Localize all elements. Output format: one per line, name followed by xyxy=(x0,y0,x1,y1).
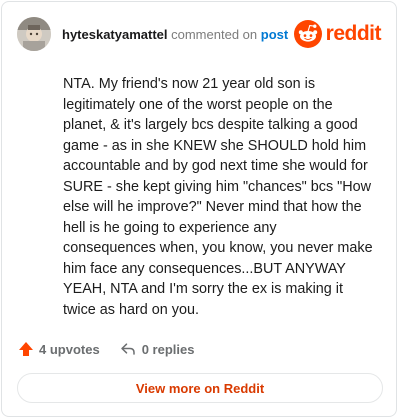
reddit-wordmark: reddit xyxy=(325,22,382,45)
reddit-brand-link[interactable]: reddit xyxy=(293,19,382,49)
comment-body: NTA. My friend's now 21 year old son is … xyxy=(63,76,373,318)
embedded-comment-card: hyteskatyamattel commented on post reddi… xyxy=(1,1,397,417)
avatar-icon xyxy=(17,17,51,51)
upvote-button[interactable]: 4 upvotes xyxy=(18,341,100,357)
commented-on-text: commented on xyxy=(171,27,258,42)
replies-button[interactable]: 0 replies xyxy=(120,341,195,357)
comment-meta: hyteskatyamattel commented on post xyxy=(62,27,288,43)
comment-actions: 4 upvotes 0 replies xyxy=(18,338,194,360)
upvote-count: 4 upvotes xyxy=(39,341,100,357)
user-avatar[interactable] xyxy=(17,17,51,51)
comment-header: hyteskatyamattel commented on post reddi… xyxy=(17,17,382,53)
username-link[interactable]: hyteskatyamattel xyxy=(62,27,168,42)
upvote-arrow-icon xyxy=(19,342,33,356)
reddit-snoo-icon xyxy=(293,20,322,48)
replies-count: 0 replies xyxy=(141,341,195,357)
view-more-button[interactable]: View more on Reddit xyxy=(17,373,383,403)
post-link[interactable]: post xyxy=(261,27,288,42)
reply-arrow-icon xyxy=(120,343,135,355)
